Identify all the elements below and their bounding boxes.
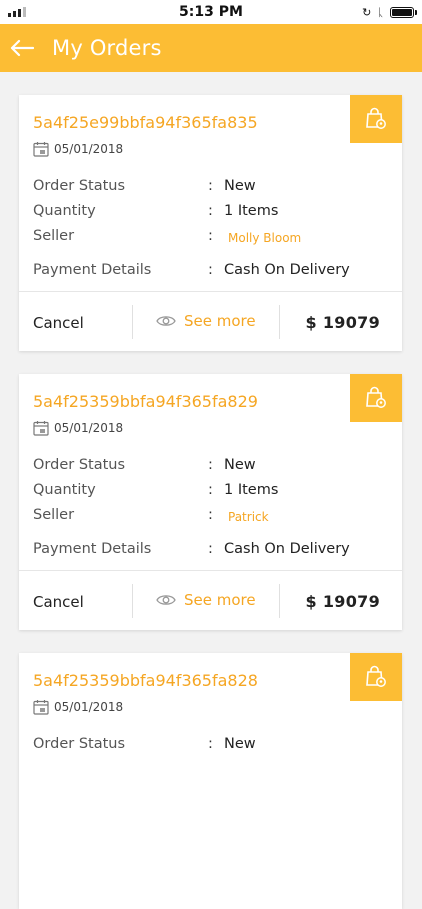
payment-label: Payment Details bbox=[33, 262, 152, 278]
back-button[interactable] bbox=[10, 36, 34, 60]
colon: : bbox=[208, 507, 213, 523]
order-status-label: Order Status bbox=[33, 178, 126, 194]
order-date-text: 05/01/2018 bbox=[54, 421, 124, 435]
order-card[interactable]: 5a4f25359bbfa94f365fa829 05/01/2018 Orde… bbox=[19, 374, 402, 630]
page-title: My Orders bbox=[52, 36, 162, 60]
divider bbox=[19, 291, 402, 292]
order-id[interactable]: 5a4f25359bbfa94f365fa829 bbox=[33, 392, 258, 411]
see-more-button[interactable]: See more bbox=[156, 312, 256, 330]
divider bbox=[132, 305, 133, 339]
order-id[interactable]: 5a4f25e99bbfa94f365fa835 bbox=[33, 113, 258, 132]
quantity-label: Quantity bbox=[33, 203, 96, 219]
seller-label: Seller bbox=[33, 507, 75, 523]
arrow-left-icon bbox=[10, 39, 34, 57]
divider bbox=[19, 570, 402, 571]
quantity-label: Quantity bbox=[33, 482, 96, 498]
colon: : bbox=[208, 203, 213, 219]
calendar-icon bbox=[33, 421, 49, 436]
payment-value: Cash On Delivery bbox=[224, 541, 350, 557]
quantity-value: 1 Items bbox=[224, 482, 279, 498]
order-actions: Cancel See more $ 19079 bbox=[19, 581, 402, 625]
order-card[interactable]: 5a4f25359bbfa94f365fa828 05/01/2018 Orde… bbox=[19, 653, 402, 909]
seller-value[interactable]: Molly Bloom bbox=[228, 231, 301, 245]
calendar-icon bbox=[33, 142, 49, 157]
eye-icon bbox=[156, 316, 176, 326]
cancel-button[interactable]: Cancel bbox=[33, 593, 84, 611]
colon: : bbox=[208, 457, 213, 473]
see-more-label: See more bbox=[184, 591, 256, 609]
order-date: 05/01/2018 bbox=[33, 699, 123, 715]
order-tag[interactable] bbox=[350, 374, 402, 422]
order-price: $ 19079 bbox=[305, 592, 380, 611]
calendar-icon bbox=[33, 700, 49, 715]
colon: : bbox=[208, 228, 213, 244]
colon: : bbox=[208, 262, 213, 278]
seller-label: Seller bbox=[33, 228, 75, 244]
quantity-value: 1 Items bbox=[224, 203, 279, 219]
order-date-text: 05/01/2018 bbox=[54, 142, 124, 156]
eye-icon bbox=[156, 595, 176, 605]
see-more-button[interactable]: See more bbox=[156, 591, 256, 609]
order-tag[interactable] bbox=[350, 95, 402, 143]
order-date: 05/01/2018 bbox=[33, 141, 123, 157]
status-time: 5:13 PM bbox=[179, 4, 243, 20]
seller-value[interactable]: Patrick bbox=[228, 510, 269, 524]
shopping-bag-location-icon bbox=[366, 386, 386, 408]
order-tag[interactable] bbox=[350, 653, 402, 701]
colon: : bbox=[208, 541, 213, 557]
divider bbox=[279, 305, 280, 339]
cancel-button[interactable]: Cancel bbox=[33, 314, 84, 332]
divider bbox=[132, 584, 133, 618]
order-status-value: New bbox=[224, 457, 256, 473]
order-price: $ 19079 bbox=[305, 313, 380, 332]
colon: : bbox=[208, 178, 213, 194]
order-status-label: Order Status bbox=[33, 457, 126, 473]
order-status-value: New bbox=[224, 178, 256, 194]
order-date: 05/01/2018 bbox=[33, 420, 123, 436]
status-bar: 5:13 PM ↻ ᚳ bbox=[0, 0, 422, 24]
shopping-bag-location-icon bbox=[366, 665, 386, 687]
payment-label: Payment Details bbox=[33, 541, 152, 557]
see-more-label: See more bbox=[184, 312, 256, 330]
app-header: My Orders bbox=[0, 24, 422, 72]
battery-icon bbox=[390, 6, 417, 18]
order-date-text: 05/01/2018 bbox=[54, 700, 124, 714]
shopping-bag-location-icon bbox=[366, 107, 386, 129]
payment-value: Cash On Delivery bbox=[224, 262, 350, 278]
order-actions: Cancel See more $ 19079 bbox=[19, 302, 402, 346]
divider bbox=[279, 584, 280, 618]
order-id[interactable]: 5a4f25359bbfa94f365fa828 bbox=[33, 671, 258, 690]
colon: : bbox=[208, 482, 213, 498]
order-card[interactable]: 5a4f25e99bbfa94f365fa835 05/01/2018 Orde… bbox=[19, 95, 402, 351]
